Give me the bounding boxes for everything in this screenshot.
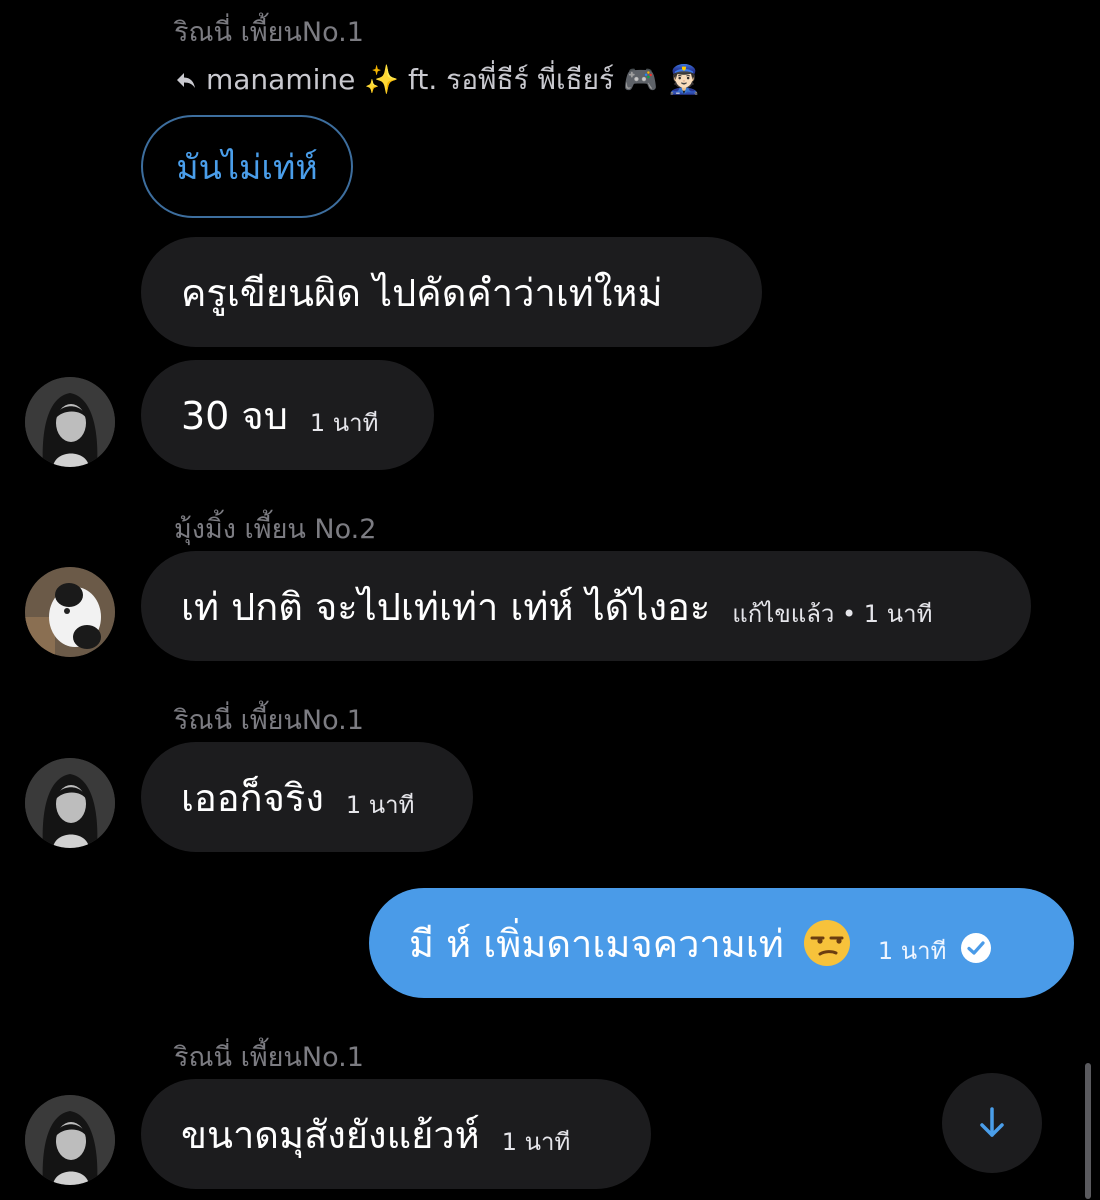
quoted-text: มันไม่เท่ห์ [176, 147, 318, 188]
message-timestamp: 1 นาที [309, 408, 379, 437]
scroll-to-bottom-button[interactable] [942, 1073, 1042, 1173]
avatar[interactable] [25, 567, 115, 657]
sender-name: ริณนี่ เพี้ยนNo.1 [174, 705, 364, 736]
message-bubble[interactable]: ขนาดมุสังยังแย้วห์ 1 นาที [141, 1079, 651, 1189]
reply-arrow-icon [177, 73, 195, 88]
message-text: ขนาดมุสังยังแย้วห์ [181, 1112, 480, 1157]
avatar-image [25, 377, 115, 467]
message-bubble[interactable]: 30 จบ 1 นาที [141, 360, 434, 470]
unamused-face-emoji [803, 920, 850, 966]
avatar-image [25, 758, 115, 848]
message-bubble[interactable]: ครูเขียนผิด ไปคัดคำว่าเท่ใหม่ [141, 237, 762, 347]
message-text: เออก็จริง [181, 775, 324, 820]
message-text: 30 จบ [181, 393, 288, 438]
message-text: มี ห์ เพิ่มดาเมจความเท่ [409, 921, 784, 966]
avatar-image [25, 567, 115, 657]
message-text: ครูเขียนผิด ไปคัดคำว่าเท่ใหม่ [181, 270, 663, 315]
avatar-image [25, 1095, 115, 1185]
avatar[interactable] [25, 377, 115, 467]
message-timestamp: 1 นาที [877, 936, 947, 965]
message-bubble[interactable]: เท่ ปกติ จะไปเท่เท่า เท่ห์ ได้ไงอะ แก้ไข… [141, 551, 1031, 661]
message-timestamp: 1 นาที [345, 790, 415, 819]
scrollbar-thumb[interactable] [1085, 1063, 1091, 1199]
sender-name: ริณนี่ เพี้ยนNo.1 [174, 17, 364, 48]
arrow-down-icon [980, 1107, 1004, 1137]
quoted-message[interactable]: มันไม่เท่ห์ [141, 115, 353, 218]
message-text: เท่ ปกติ จะไปเท่เท่า เท่ห์ ได้ไงอะ [181, 584, 711, 629]
avatar[interactable] [25, 758, 115, 848]
reply-target: manamine ✨ ft. รอพี่ธีร์ พี่เธียร์ 🎮 👮🏻 [206, 63, 702, 96]
message-bubble[interactable]: เออก็จริง 1 นาที [141, 742, 473, 852]
outgoing-message-bubble[interactable]: มี ห์ เพิ่มดาเมจความเท่ 1 นาที [369, 888, 1074, 998]
sender-name: มุ้งมิ้ง เพี้ยน No.2 [174, 514, 377, 545]
message-timestamp: แก้ไขแล้ว • 1 นาที [732, 599, 933, 628]
reply-reference[interactable]: manamine ✨ ft. รอพี่ธีร์ พี่เธียร์ 🎮 👮🏻 [174, 58, 702, 102]
message-timestamp: 1 นาที [501, 1127, 571, 1156]
check-circle-icon [961, 933, 992, 963]
sender-name: ริณนี่ เพี้ยนNo.1 [174, 1042, 364, 1073]
avatar[interactable] [25, 1095, 115, 1185]
